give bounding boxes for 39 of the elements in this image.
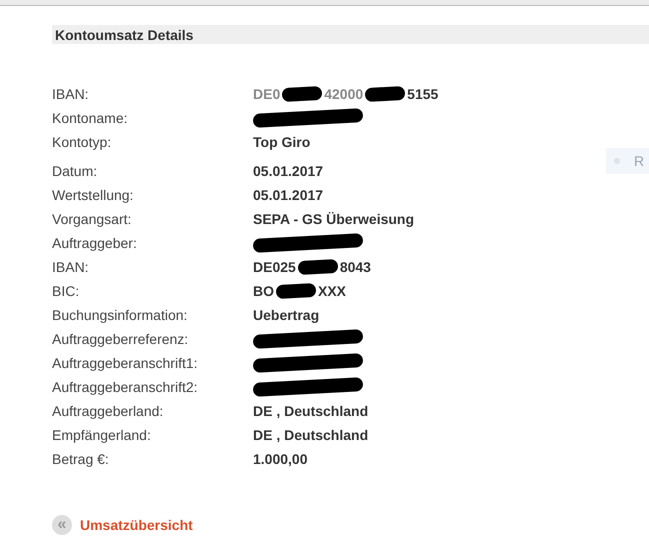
field-label: Betrag €:	[52, 451, 110, 467]
field-value: DE025	[253, 259, 296, 275]
side-button[interactable]: R	[606, 148, 649, 174]
redaction-mark	[276, 282, 316, 300]
field-value: DE , Deutschland	[253, 427, 368, 443]
field-value: DE , Deutschland	[253, 403, 368, 419]
field-label: BIC:	[52, 283, 80, 299]
field-value: 05.01.2017	[253, 187, 324, 203]
field-label: Vorgangsart:	[52, 211, 132, 227]
redaction-mark	[297, 258, 338, 276]
field-label: Datum:	[52, 163, 98, 179]
redaction-mark	[364, 86, 406, 102]
field-label: Wertstellung:	[52, 187, 134, 203]
field-label: IBAN:	[52, 86, 90, 102]
field-label: Auftraggeber:	[52, 235, 138, 251]
field-label: IBAN:	[52, 259, 90, 275]
field-value: Uebertrag	[253, 307, 320, 323]
section-title: Kontoumsatz Details	[55, 26, 194, 42]
field-label: Kontoname:	[52, 110, 128, 126]
field-value: SEPA - GS Überweisung	[253, 211, 414, 227]
back-link[interactable]: « Umsatzübersicht	[52, 515, 193, 535]
field-label: Auftraggeberanschrift1:	[52, 355, 199, 371]
field-value: Top Giro	[253, 134, 310, 150]
field-value: 42000	[324, 86, 364, 102]
field-label: Auftraggeberreferenz:	[52, 331, 190, 347]
field-value: DE0	[253, 86, 280, 102]
field-label: Auftraggeberland:	[52, 403, 164, 419]
field-value: 8043	[340, 259, 371, 275]
field-value: 1.000,00	[253, 451, 308, 467]
field-label: Kontotyp:	[52, 134, 112, 150]
field-label: Empfängerland:	[52, 427, 152, 443]
field-value: 05.01.2017	[253, 163, 324, 179]
redaction-mark	[282, 86, 323, 102]
field-label: Buchungsinformation:	[52, 307, 188, 323]
field-value: XXX	[318, 283, 346, 299]
field-value: BO	[253, 283, 274, 299]
field-label: Auftraggeberanschrift2:	[52, 379, 199, 395]
field-value: 5155	[407, 86, 438, 102]
back-icon: «	[52, 515, 72, 535]
